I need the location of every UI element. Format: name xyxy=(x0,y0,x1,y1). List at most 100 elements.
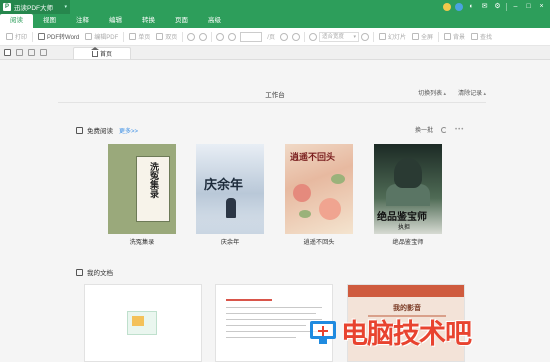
book-cover[interactable]: 庆余年 xyxy=(196,144,264,234)
background-label: 背景 xyxy=(453,35,466,41)
single-page-label: 单页 xyxy=(138,35,151,41)
title-bar: P 迅读PDF大师 ▾ 阅读 视图 注释 编辑 转换 页面 高级 ◐ ✉ ⚙ –… xyxy=(0,0,550,28)
divider xyxy=(303,31,305,42)
open-folder-icon[interactable] xyxy=(4,48,11,56)
page-number-input[interactable] xyxy=(240,31,263,42)
vip-icon[interactable] xyxy=(455,2,463,11)
edit-pdf-button[interactable]: 编辑PDF xyxy=(82,30,121,44)
divider xyxy=(123,31,125,42)
chevron-down-icon: ▾ xyxy=(64,4,67,10)
edit-icon xyxy=(85,33,93,40)
divider xyxy=(58,102,486,103)
doc-text-line xyxy=(226,325,306,326)
book-title[interactable]: 绝品鉴宝师 xyxy=(368,237,448,246)
clear-history-link[interactable]: 清除记录 xyxy=(458,88,486,97)
last-page-icon[interactable] xyxy=(291,32,300,41)
search-button[interactable]: 查找 xyxy=(468,30,495,44)
cover-figure xyxy=(226,198,236,218)
watermark-logo-icon xyxy=(308,317,338,347)
menu-convert[interactable]: 转换 xyxy=(132,14,165,28)
double-page-button[interactable]: 双页 xyxy=(153,30,180,44)
skin-icon[interactable]: ◐ xyxy=(467,2,476,11)
print-button[interactable]: 打印 xyxy=(3,30,30,44)
background-icon xyxy=(444,33,451,40)
slideshow-button[interactable]: 幻灯片 xyxy=(376,30,409,44)
doc-card[interactable] xyxy=(84,284,202,362)
fullscreen-button[interactable]: 全屏 xyxy=(409,30,436,44)
background-button[interactable]: 背景 xyxy=(441,30,468,44)
book-cover[interactable]: 逍遥不回头 xyxy=(285,144,353,234)
cover-art xyxy=(293,184,311,202)
free-reading-header: 免费阅读 更多>> xyxy=(76,125,138,135)
cover-art xyxy=(331,174,345,184)
doc-text-line xyxy=(226,331,320,332)
window-controls: ◐ ✉ ⚙ – □ × xyxy=(443,2,546,11)
search-label: 查找 xyxy=(480,35,493,41)
menu-page[interactable]: 页面 xyxy=(165,14,198,28)
app-logo-icon: P xyxy=(3,3,11,11)
switch-list-link[interactable]: 切换列表 xyxy=(418,88,446,97)
pdf-to-word-button[interactable]: PDF转Word xyxy=(35,30,82,44)
book-title[interactable]: 洗冤集录 xyxy=(102,237,182,246)
refresh-batch-link[interactable]: 换一批 xyxy=(415,125,433,134)
cover-author: 执担 xyxy=(398,225,411,231)
book-cover[interactable]: 洗冤集录 xyxy=(108,144,176,234)
single-page-icon xyxy=(129,33,137,40)
redo-icon[interactable] xyxy=(28,48,35,56)
zoom-select[interactable]: 适合宽度 xyxy=(318,31,359,42)
message-icon[interactable]: ✉ xyxy=(480,2,489,11)
maximize-icon[interactable]: □ xyxy=(524,2,533,11)
next-page-icon[interactable] xyxy=(279,32,288,41)
menu-advanced[interactable]: 高级 xyxy=(198,14,231,28)
cover-text: 洗冤集录 xyxy=(148,162,158,198)
app-title: 迅读PDF大师 xyxy=(14,5,53,12)
tab-strip: 首页 xyxy=(0,46,550,60)
menu-read[interactable]: 阅读 xyxy=(0,14,33,28)
cover-scroll: 洗冤集录 xyxy=(136,156,170,222)
workbench-actions: 切换列表 清除记录 xyxy=(418,88,486,97)
quick-actions xyxy=(0,45,47,59)
cover-art xyxy=(299,210,311,218)
zoom-in-icon[interactable] xyxy=(360,32,369,41)
divider xyxy=(211,31,213,42)
minimize-icon[interactable]: – xyxy=(511,2,520,11)
close-icon[interactable]: × xyxy=(537,2,546,11)
my-docs-title: 我的文档 xyxy=(87,270,113,277)
app-logo-menu[interactable]: P 迅读PDF大师 ▾ xyxy=(0,0,70,14)
zoom-out-icon[interactable] xyxy=(308,32,317,41)
tab-home[interactable]: 首页 xyxy=(73,46,131,59)
search-icon xyxy=(471,33,479,40)
menu-view[interactable]: 视图 xyxy=(33,14,66,28)
more-options-icon[interactable]: ••• xyxy=(455,127,464,133)
rotate-left-icon[interactable] xyxy=(187,32,196,41)
divider xyxy=(182,31,184,42)
settings-icon[interactable]: ⚙ xyxy=(493,2,502,11)
doc-banner xyxy=(348,285,464,297)
document-icon xyxy=(76,268,83,276)
my-docs-header: 我的文档 xyxy=(76,267,113,277)
doc-text-line xyxy=(226,307,322,308)
book-cover[interactable]: 绝品鉴宝师 执担 xyxy=(374,144,442,234)
menu-edit[interactable]: 编辑 xyxy=(99,14,132,28)
first-page-icon[interactable] xyxy=(216,32,225,41)
single-page-button[interactable]: 单页 xyxy=(126,30,153,44)
book-icon xyxy=(76,126,83,134)
save-icon[interactable] xyxy=(40,48,47,56)
user-avatar-icon[interactable] xyxy=(443,2,451,11)
prev-page-icon[interactable] xyxy=(228,32,237,41)
free-reading-actions: 换一批 ••• xyxy=(415,125,464,134)
refresh-icon[interactable] xyxy=(441,126,448,133)
watermark: 电脑技术吧 xyxy=(308,312,472,351)
cover-text: 逍遥不回头 xyxy=(290,153,336,163)
monitor-stand xyxy=(319,338,327,344)
undo-icon[interactable] xyxy=(16,48,23,56)
cover-text: 绝品鉴宝师 xyxy=(377,212,427,223)
more-link[interactable]: 更多>> xyxy=(119,126,138,135)
doc-highlight xyxy=(226,299,272,301)
rotate-right-icon[interactable] xyxy=(199,32,208,41)
fullscreen-label: 全屏 xyxy=(420,35,433,41)
menu-annotate[interactable]: 注释 xyxy=(66,14,99,28)
book-title[interactable]: 庆余年 xyxy=(190,237,270,246)
edit-pdf-label: 编辑PDF xyxy=(94,35,119,41)
book-title[interactable]: 逍遥不回头 xyxy=(279,237,359,246)
